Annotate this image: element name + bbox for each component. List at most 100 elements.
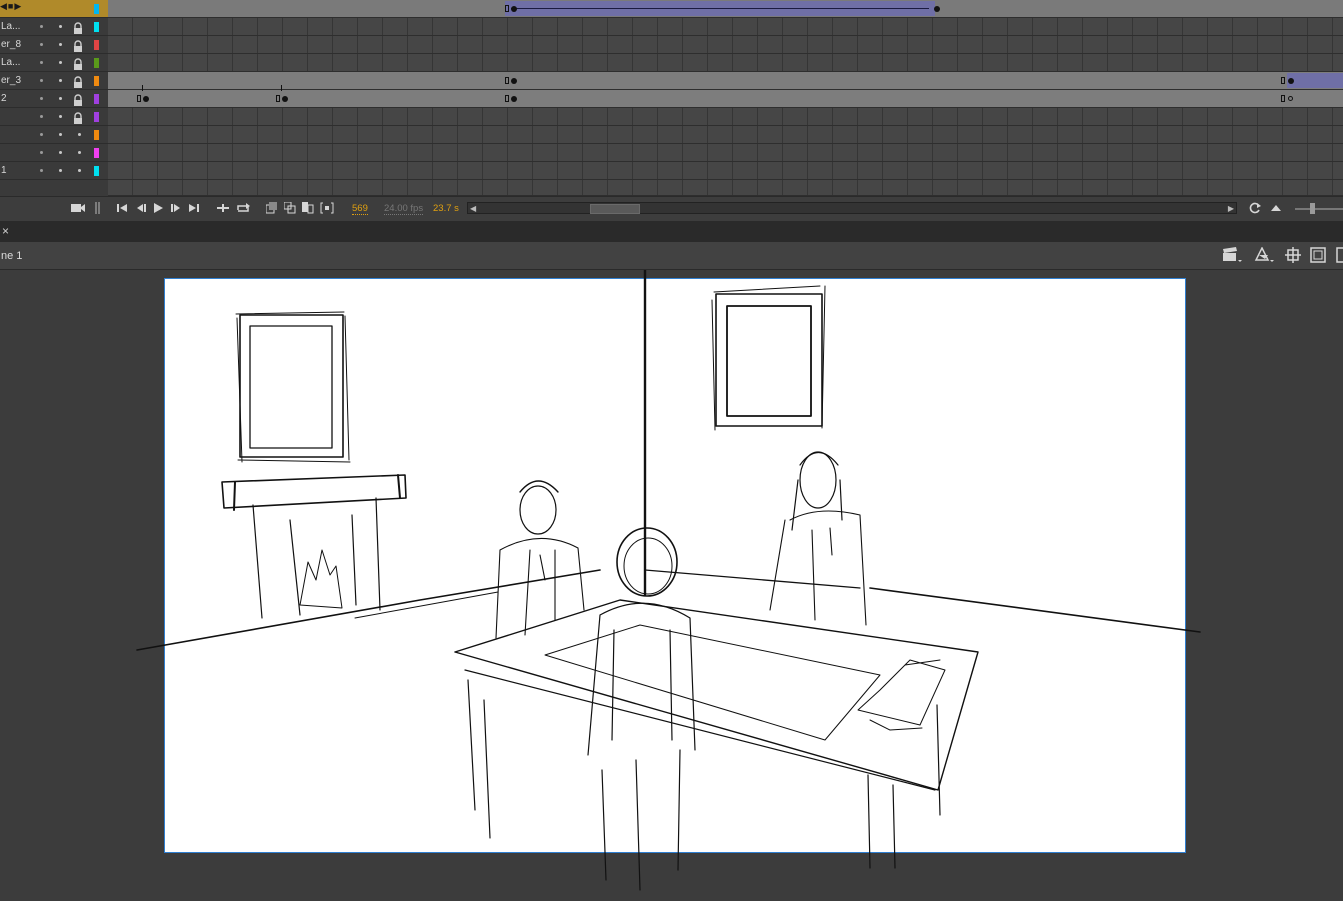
go-first-icon[interactable]	[116, 201, 128, 215]
layer-color-chip[interactable]	[94, 4, 99, 14]
current-frame[interactable]: 569	[352, 203, 368, 215]
keyframe[interactable]	[1281, 95, 1285, 102]
frame-row[interactable]	[108, 126, 1343, 144]
lock-toggle[interactable]	[78, 169, 81, 172]
keyframe[interactable]	[137, 95, 141, 102]
layer-name[interactable]: La...	[1, 21, 20, 32]
frame-row[interactable]	[108, 54, 1343, 72]
layer-row[interactable]: La...	[0, 18, 108, 36]
layer-row[interactable]: er_3	[0, 72, 108, 90]
refresh-icon[interactable]	[1248, 201, 1262, 215]
layer-name[interactable]: 2	[1, 93, 7, 104]
outline-toggle[interactable]	[59, 79, 62, 82]
timeline-scrollbar[interactable]: ◀ ▶	[467, 202, 1237, 214]
frame-row[interactable]	[108, 144, 1343, 162]
keyframe[interactable]	[276, 95, 280, 102]
keyframe[interactable]	[1288, 96, 1293, 101]
zoom-slider-handle[interactable]	[1310, 203, 1315, 214]
scrollbar-thumb[interactable]	[590, 204, 640, 214]
layer-row[interactable]	[0, 144, 108, 162]
keyframe[interactable]	[282, 96, 288, 102]
visibility-toggle[interactable]	[40, 169, 43, 172]
clapperboard-icon[interactable]	[1222, 247, 1242, 264]
layer-color-chip[interactable]	[94, 148, 99, 158]
visibility-toggle[interactable]	[40, 43, 43, 46]
close-icon[interactable]: ×	[2, 224, 9, 238]
frame-row[interactable]	[108, 36, 1343, 54]
keyframe[interactable]	[511, 96, 517, 102]
onion-outline-icon[interactable]	[302, 201, 314, 215]
lock-icon[interactable]	[73, 57, 83, 70]
keyframe[interactable]	[511, 78, 517, 84]
lock-icon[interactable]	[73, 93, 83, 106]
scene-name[interactable]: ne 1	[1, 250, 22, 262]
clip-icon[interactable]	[1310, 247, 1328, 264]
outline-toggle[interactable]	[59, 151, 62, 154]
play-icon[interactable]	[152, 201, 164, 215]
keyframe[interactable]	[934, 6, 940, 12]
layer-color-chip[interactable]	[94, 94, 99, 104]
keyframe[interactable]	[505, 77, 509, 84]
layer-row[interactable]: 1	[0, 162, 108, 180]
frames-grid[interactable]	[108, 0, 1343, 196]
layer-color-chip[interactable]	[94, 112, 99, 122]
outline-toggle[interactable]	[59, 97, 62, 100]
scroll-right-icon[interactable]: ▶	[1228, 204, 1234, 213]
layer-name[interactable]: 1	[1, 165, 7, 176]
outline-toggle[interactable]	[59, 25, 62, 28]
snap-icon[interactable]	[1285, 247, 1303, 264]
frame-rate[interactable]: 24.00 fps	[384, 203, 424, 215]
visibility-toggle[interactable]	[40, 97, 43, 100]
frame-row[interactable]	[108, 72, 1343, 90]
lock-icon[interactable]	[73, 75, 83, 88]
frame-row[interactable]	[108, 85, 1343, 108]
frame-row[interactable]	[108, 0, 1343, 18]
visibility-toggle[interactable]	[40, 61, 43, 64]
step-forward-icon[interactable]	[169, 201, 183, 215]
layer-name[interactable]: er_8	[1, 39, 21, 50]
onion-skin-icon[interactable]	[284, 201, 296, 215]
layer-name[interactable]: La...	[1, 57, 20, 68]
motion-tween[interactable]	[1287, 73, 1343, 88]
visibility-toggle[interactable]	[40, 133, 43, 136]
layer-color-chip[interactable]	[94, 40, 99, 50]
layer-row[interactable]	[0, 108, 108, 126]
go-last-icon[interactable]	[188, 201, 200, 215]
edit-multiple-frames-icon[interactable]	[320, 201, 334, 215]
frame-row[interactable]	[108, 108, 1343, 126]
keyframe[interactable]	[143, 96, 149, 102]
keyframe[interactable]	[511, 6, 517, 12]
step-back-icon[interactable]	[134, 201, 148, 215]
elapsed-time[interactable]: 23.7 s	[433, 203, 459, 214]
keyframe[interactable]	[1281, 77, 1285, 84]
scroll-left-icon[interactable]: ◀	[470, 204, 476, 213]
lock-icon[interactable]	[73, 39, 83, 52]
lock-toggle[interactable]	[78, 151, 81, 154]
visibility-toggle[interactable]	[40, 115, 43, 118]
visibility-toggle[interactable]	[40, 151, 43, 154]
layer-color-chip[interactable]	[94, 22, 99, 32]
motion-tween[interactable]	[505, 1, 935, 16]
outline-toggle[interactable]	[59, 61, 62, 64]
outline-toggle[interactable]	[59, 115, 62, 118]
layer-color-chip[interactable]	[94, 58, 99, 68]
visibility-toggle[interactable]	[40, 25, 43, 28]
keyframe[interactable]	[1288, 78, 1294, 84]
keyframe[interactable]	[505, 5, 509, 12]
insert-keyframe-icon[interactable]	[216, 201, 230, 215]
visibility-toggle[interactable]	[40, 79, 43, 82]
keyframe[interactable]	[505, 95, 509, 102]
symbol-icon[interactable]	[1254, 246, 1274, 264]
layer-row[interactable]: er_8	[0, 36, 108, 54]
timeline-zoom-slider[interactable]	[1295, 208, 1343, 210]
frame-row[interactable]	[108, 18, 1343, 36]
frame-row[interactable]	[108, 162, 1343, 180]
layer-row[interactable]: La...	[0, 54, 108, 72]
lock-icon[interactable]	[73, 21, 83, 34]
layer-color-chip[interactable]	[94, 130, 99, 140]
zoom-out-icon[interactable]	[1270, 201, 1282, 215]
loop-icon[interactable]	[236, 201, 250, 215]
layer-color-chip[interactable]	[94, 166, 99, 176]
camera-icon[interactable]	[70, 201, 86, 215]
layer-row[interactable]	[0, 126, 108, 144]
